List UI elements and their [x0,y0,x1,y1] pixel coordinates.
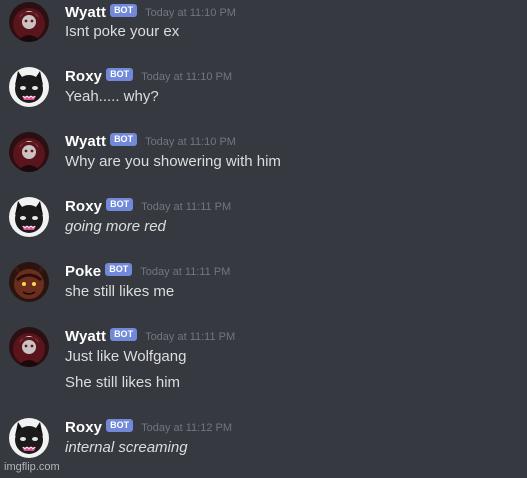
username[interactable]: Roxy [65,419,102,436]
message-text: Just like Wolfgang [65,348,187,365]
bot-tag: BOT [106,197,134,211]
bot-tag: BOT [110,327,138,341]
wyatt-avatar-icon[interactable] [9,327,49,367]
message-text: going more red [65,218,166,235]
timestamp[interactable]: Today at 11:10 PM [141,71,232,83]
message-text: Why are you showering with him [65,153,281,170]
poke-avatar-icon[interactable] [9,262,49,302]
bot-tag: BOT [110,3,138,17]
wyatt-avatar-icon[interactable] [9,2,49,42]
timestamp[interactable]: Today at 11:11 PM [145,331,235,343]
roxy-avatar-icon[interactable] [9,418,49,458]
bot-tag: BOT [106,418,134,432]
timestamp[interactable]: Today at 11:10 PM [145,136,236,148]
username[interactable]: Wyatt [65,328,106,345]
username[interactable]: Poke [65,263,101,280]
wyatt-avatar-icon[interactable] [9,132,49,172]
roxy-avatar-icon[interactable] [9,67,49,107]
timestamp[interactable]: Today at 11:10 PM [145,7,236,19]
roxy-avatar-icon[interactable] [9,197,49,237]
bot-tag: BOT [106,67,134,81]
username[interactable]: Roxy [65,68,102,85]
message-text: internal screaming [65,439,188,456]
message-text: Yeah..... why? [65,88,159,105]
username[interactable]: Wyatt [65,4,106,21]
message-text: She still likes him [65,374,181,391]
watermark: imgflip.com [4,461,60,473]
timestamp[interactable]: Today at 11:11 PM [140,266,230,278]
message-text: Isnt poke your ex [65,23,180,40]
username[interactable]: Wyatt [65,133,106,150]
timestamp[interactable]: Today at 11:12 PM [141,422,232,434]
timestamp[interactable]: Today at 11:11 PM [141,201,231,213]
username[interactable]: Roxy [65,198,102,215]
bot-tag: BOT [110,132,138,146]
bot-tag: BOT [105,262,133,276]
message-text: she still likes me [65,283,175,300]
